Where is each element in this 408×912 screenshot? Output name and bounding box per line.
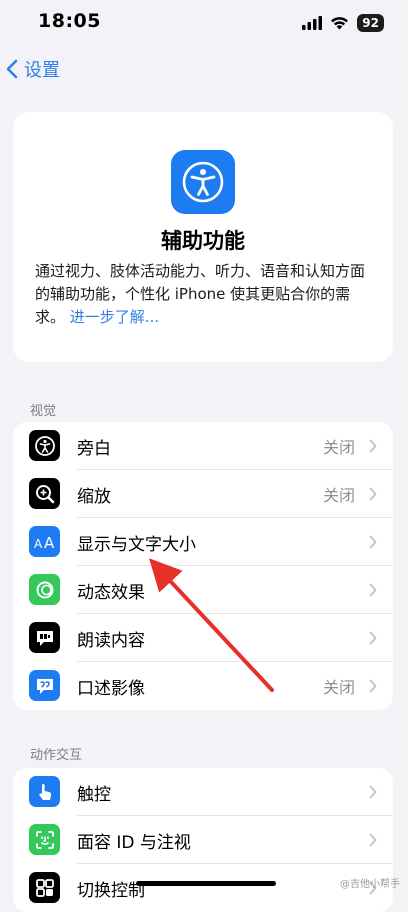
svg-text:A: A <box>44 534 55 550</box>
row-zoom[interactable]: 缩放 关闭 <box>13 470 393 518</box>
section-label-vision: 视觉 <box>30 404 57 419</box>
battery-indicator: 92 <box>357 14 384 32</box>
row-label: 朗读内容 <box>77 630 145 651</box>
status-icons: 92 <box>302 14 384 32</box>
back-button[interactable]: 设置 <box>6 56 60 82</box>
row-label: 切换控制 <box>77 880 145 901</box>
motion-icon <box>29 574 60 605</box>
svg-text:A: A <box>34 537 43 550</box>
vision-group: 旁白 关闭 缩放 关闭 AA 显示与文字大小 动态效果 朗读内容 口述影像 关闭 <box>13 422 393 710</box>
audio-description-icon <box>29 670 60 701</box>
section-label-interaction: 动作交互 <box>30 748 83 763</box>
row-face-id-attention[interactable]: 面容 ID 与注视 <box>13 816 393 864</box>
interaction-group: 触控 面容 ID 与注视 切换控制 <box>13 768 393 912</box>
row-audio-descriptions[interactable]: 口述影像 关闭 <box>13 662 393 710</box>
spoken-content-icon <box>29 622 60 653</box>
wifi-icon <box>331 17 349 30</box>
touch-icon <box>29 776 60 807</box>
home-indicator <box>136 881 276 886</box>
chevron-right-icon <box>369 679 377 693</box>
status-time: 18:05 <box>38 10 101 32</box>
learn-more-link[interactable]: 进一步了解... <box>70 308 159 326</box>
row-spoken-content[interactable]: 朗读内容 <box>13 614 393 662</box>
zoom-icon <box>29 478 60 509</box>
cellular-signal-icon <box>302 16 323 30</box>
row-label: 动态效果 <box>77 582 145 603</box>
chevron-right-icon <box>369 833 377 847</box>
text-size-icon: AA <box>29 526 60 557</box>
chevron-right-icon <box>369 631 377 645</box>
status-bar: 18:05 92 <box>0 0 408 46</box>
accessibility-icon <box>171 150 235 214</box>
chevron-right-icon <box>369 583 377 597</box>
row-touch[interactable]: 触控 <box>13 768 393 816</box>
face-id-icon <box>29 824 60 855</box>
chevron-right-icon <box>369 785 377 799</box>
switch-control-icon <box>29 872 60 903</box>
row-label: 缩放 <box>77 486 111 507</box>
chevron-right-icon <box>369 487 377 501</box>
page-title: 辅助功能 <box>161 229 245 253</box>
row-value: 关闭 <box>322 438 355 457</box>
page-description: 通过视力、肢体活动能力、听力、语音和认知方面的辅助功能，个性化 iPhone 使… <box>35 260 373 329</box>
voiceover-icon <box>29 430 60 461</box>
row-value: 关闭 <box>322 678 355 697</box>
row-label: 显示与文字大小 <box>77 534 196 555</box>
row-label: 面容 ID 与注视 <box>77 832 191 853</box>
row-motion[interactable]: 动态效果 <box>13 566 393 614</box>
row-voiceover[interactable]: 旁白 关闭 <box>13 422 393 470</box>
row-display-text-size[interactable]: AA 显示与文字大小 <box>13 518 393 566</box>
row-label: 旁白 <box>77 438 111 459</box>
chevron-right-icon <box>369 535 377 549</box>
back-label: 设置 <box>24 60 60 81</box>
chevron-right-icon <box>369 439 377 453</box>
row-label: 口述影像 <box>77 678 145 699</box>
accessibility-header-card: 辅助功能 通过视力、肢体活动能力、听力、语音和认知方面的辅助功能，个性化 iPh… <box>13 112 393 362</box>
row-label: 触控 <box>77 784 111 805</box>
watermark: @吉他小帮手 <box>340 879 400 890</box>
row-value: 关闭 <box>322 486 355 505</box>
row-switch-control[interactable]: 切换控制 <box>13 864 393 912</box>
chevron-left-icon <box>6 59 18 79</box>
